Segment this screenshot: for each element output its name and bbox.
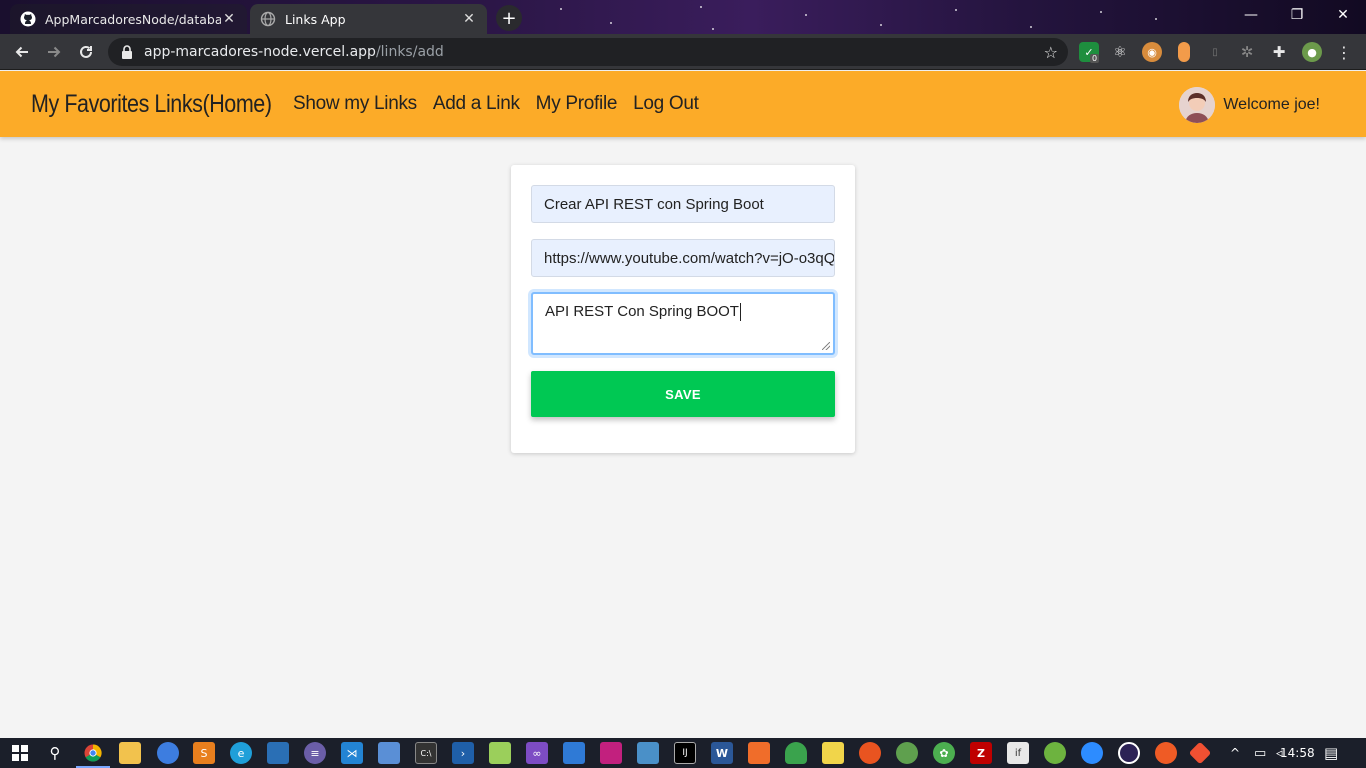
spring-icon[interactable]	[1044, 742, 1066, 764]
avatar	[1179, 87, 1216, 123]
user-welcome: Welcome joe!	[1179, 87, 1320, 123]
add-link-form-card: Crear API REST con Spring Boot https://w…	[511, 165, 855, 453]
welcome-text: Welcome joe!	[1223, 96, 1320, 113]
tab-github[interactable]: AppMarcadoresNode/database.js ✕	[10, 4, 247, 34]
globe-icon	[260, 11, 276, 27]
url-input[interactable]: https://www.youtube.com/watch?v=jO-o3qQZ…	[531, 239, 835, 277]
save-button[interactable]: SAVE	[531, 371, 835, 417]
firefox-icon[interactable]	[157, 742, 179, 764]
close-tab-icon[interactable]: ✕	[461, 11, 477, 27]
vscode-icon[interactable]: ⋊	[341, 742, 363, 764]
browser-toolbar: app-marcadores-node.vercel.app/links/add…	[0, 34, 1366, 70]
chrome-icon[interactable]	[76, 742, 110, 768]
tab-title: AppMarcadoresNode/database.js	[45, 11, 221, 27]
text-caret	[739, 303, 741, 321]
windows-taskbar: ⚲ S e ≡ ⋊ C:\ › ∞ IJ W ✿ Z if ^ ▭ ◃ 14:5…	[0, 738, 1366, 768]
browser-tab-strip: AppMarcadoresNode/database.js ✕ Links Ap…	[0, 0, 1366, 34]
close-window-button[interactable]: ✕	[1320, 0, 1366, 30]
pipe-icon[interactable]: ≡	[304, 742, 326, 764]
react-icon[interactable]: ⚛	[1110, 42, 1130, 62]
sublime-icon[interactable]: S	[193, 742, 215, 764]
show-hidden-icons-chevron-icon[interactable]: ^	[1230, 738, 1240, 768]
restore-window-button[interactable]: ❐	[1274, 0, 1320, 30]
sketch-icon[interactable]	[600, 742, 622, 764]
intellij-icon[interactable]: IJ	[674, 742, 696, 764]
back-arrow-icon[interactable]	[10, 40, 34, 64]
filezilla-icon[interactable]: Z	[970, 742, 992, 764]
description-textarea[interactable]: API REST Con Spring BOOT	[531, 292, 835, 355]
forward-arrow-icon[interactable]	[42, 40, 66, 64]
extension-badge: 0	[1090, 54, 1100, 63]
postman-icon[interactable]	[1155, 742, 1177, 764]
visual-studio-icon[interactable]: ∞	[526, 742, 548, 764]
close-tab-icon[interactable]: ✕	[221, 11, 237, 27]
edge-icon[interactable]: e	[230, 742, 252, 764]
zoom-icon[interactable]	[1081, 742, 1103, 764]
word-icon[interactable]: W	[711, 742, 733, 764]
github-icon	[20, 11, 36, 27]
spider-icon[interactable]: ✲	[1237, 42, 1257, 62]
bookmark-star-icon[interactable]: ☆	[1044, 43, 1058, 62]
windows-start-icon[interactable]	[9, 742, 31, 764]
reload-icon[interactable]	[74, 40, 98, 64]
virtualbox-icon[interactable]	[378, 742, 400, 764]
url-host: app-marcadores-node.vercel.app	[144, 44, 376, 60]
ubuntu-icon[interactable]	[859, 742, 881, 764]
kubernetes-icon[interactable]: ✿	[933, 742, 955, 764]
powershell-icon[interactable]: ›	[452, 742, 474, 764]
cmd-icon[interactable]: C:\	[415, 742, 437, 764]
node-icon[interactable]	[896, 742, 918, 764]
notepad-icon[interactable]	[489, 742, 511, 764]
brand-home-link[interactable]: My Favorites Links(Home)	[31, 90, 272, 119]
clock-time[interactable]: 14:58	[1280, 738, 1315, 768]
capsule-icon[interactable]	[1178, 42, 1190, 62]
description-text: API REST Con Spring BOOT	[545, 303, 739, 320]
box-icon[interactable]	[563, 742, 585, 764]
git-icon[interactable]	[1188, 741, 1212, 765]
minimize-window-button[interactable]: —	[1228, 0, 1274, 30]
resize-handle-icon[interactable]	[822, 342, 830, 350]
bookmark-icon[interactable]: ▯	[1205, 42, 1225, 62]
python-icon[interactable]	[822, 742, 844, 764]
nav-show-my-links[interactable]: Show my Links	[293, 93, 417, 115]
nav-my-profile[interactable]: My Profile	[536, 93, 618, 115]
nav-add-a-link[interactable]: Add a Link	[433, 93, 520, 115]
search-icon[interactable]: ⚲	[44, 742, 66, 764]
network-icon[interactable]: ▭	[1254, 738, 1266, 768]
glasses-icon[interactable]: ◉	[1142, 42, 1162, 62]
mongodb-compass-icon[interactable]	[785, 742, 807, 764]
azure-data-studio-icon[interactable]	[267, 742, 289, 764]
lock-icon	[120, 45, 134, 59]
url-path: /links/add	[375, 44, 444, 60]
more-menu-icon[interactable]: ⋮	[1334, 42, 1354, 62]
nav-log-out[interactable]: Log Out	[633, 93, 699, 115]
tab-links-app[interactable]: Links App ✕	[250, 4, 487, 34]
new-tab-button[interactable]: +	[496, 5, 522, 31]
paint-icon[interactable]	[637, 742, 659, 764]
file-explorer-icon[interactable]	[119, 742, 141, 764]
puzzle-icon[interactable]: ✚	[1269, 42, 1289, 62]
notifications-icon[interactable]: ▤	[1324, 738, 1338, 768]
title-input[interactable]: Crear API REST con Spring Boot	[531, 185, 835, 223]
site-navbar: My Favorites Links(Home) Show my Links A…	[0, 71, 1366, 137]
insomnia-icon[interactable]: if	[1007, 742, 1029, 764]
eclipse-icon[interactable]	[1118, 742, 1140, 764]
xampp-icon[interactable]	[748, 742, 770, 764]
address-bar[interactable]: app-marcadores-node.vercel.app/links/add…	[108, 38, 1068, 66]
profile-avatar-icon[interactable]: ●	[1302, 42, 1322, 62]
tab-title: Links App	[285, 11, 346, 27]
